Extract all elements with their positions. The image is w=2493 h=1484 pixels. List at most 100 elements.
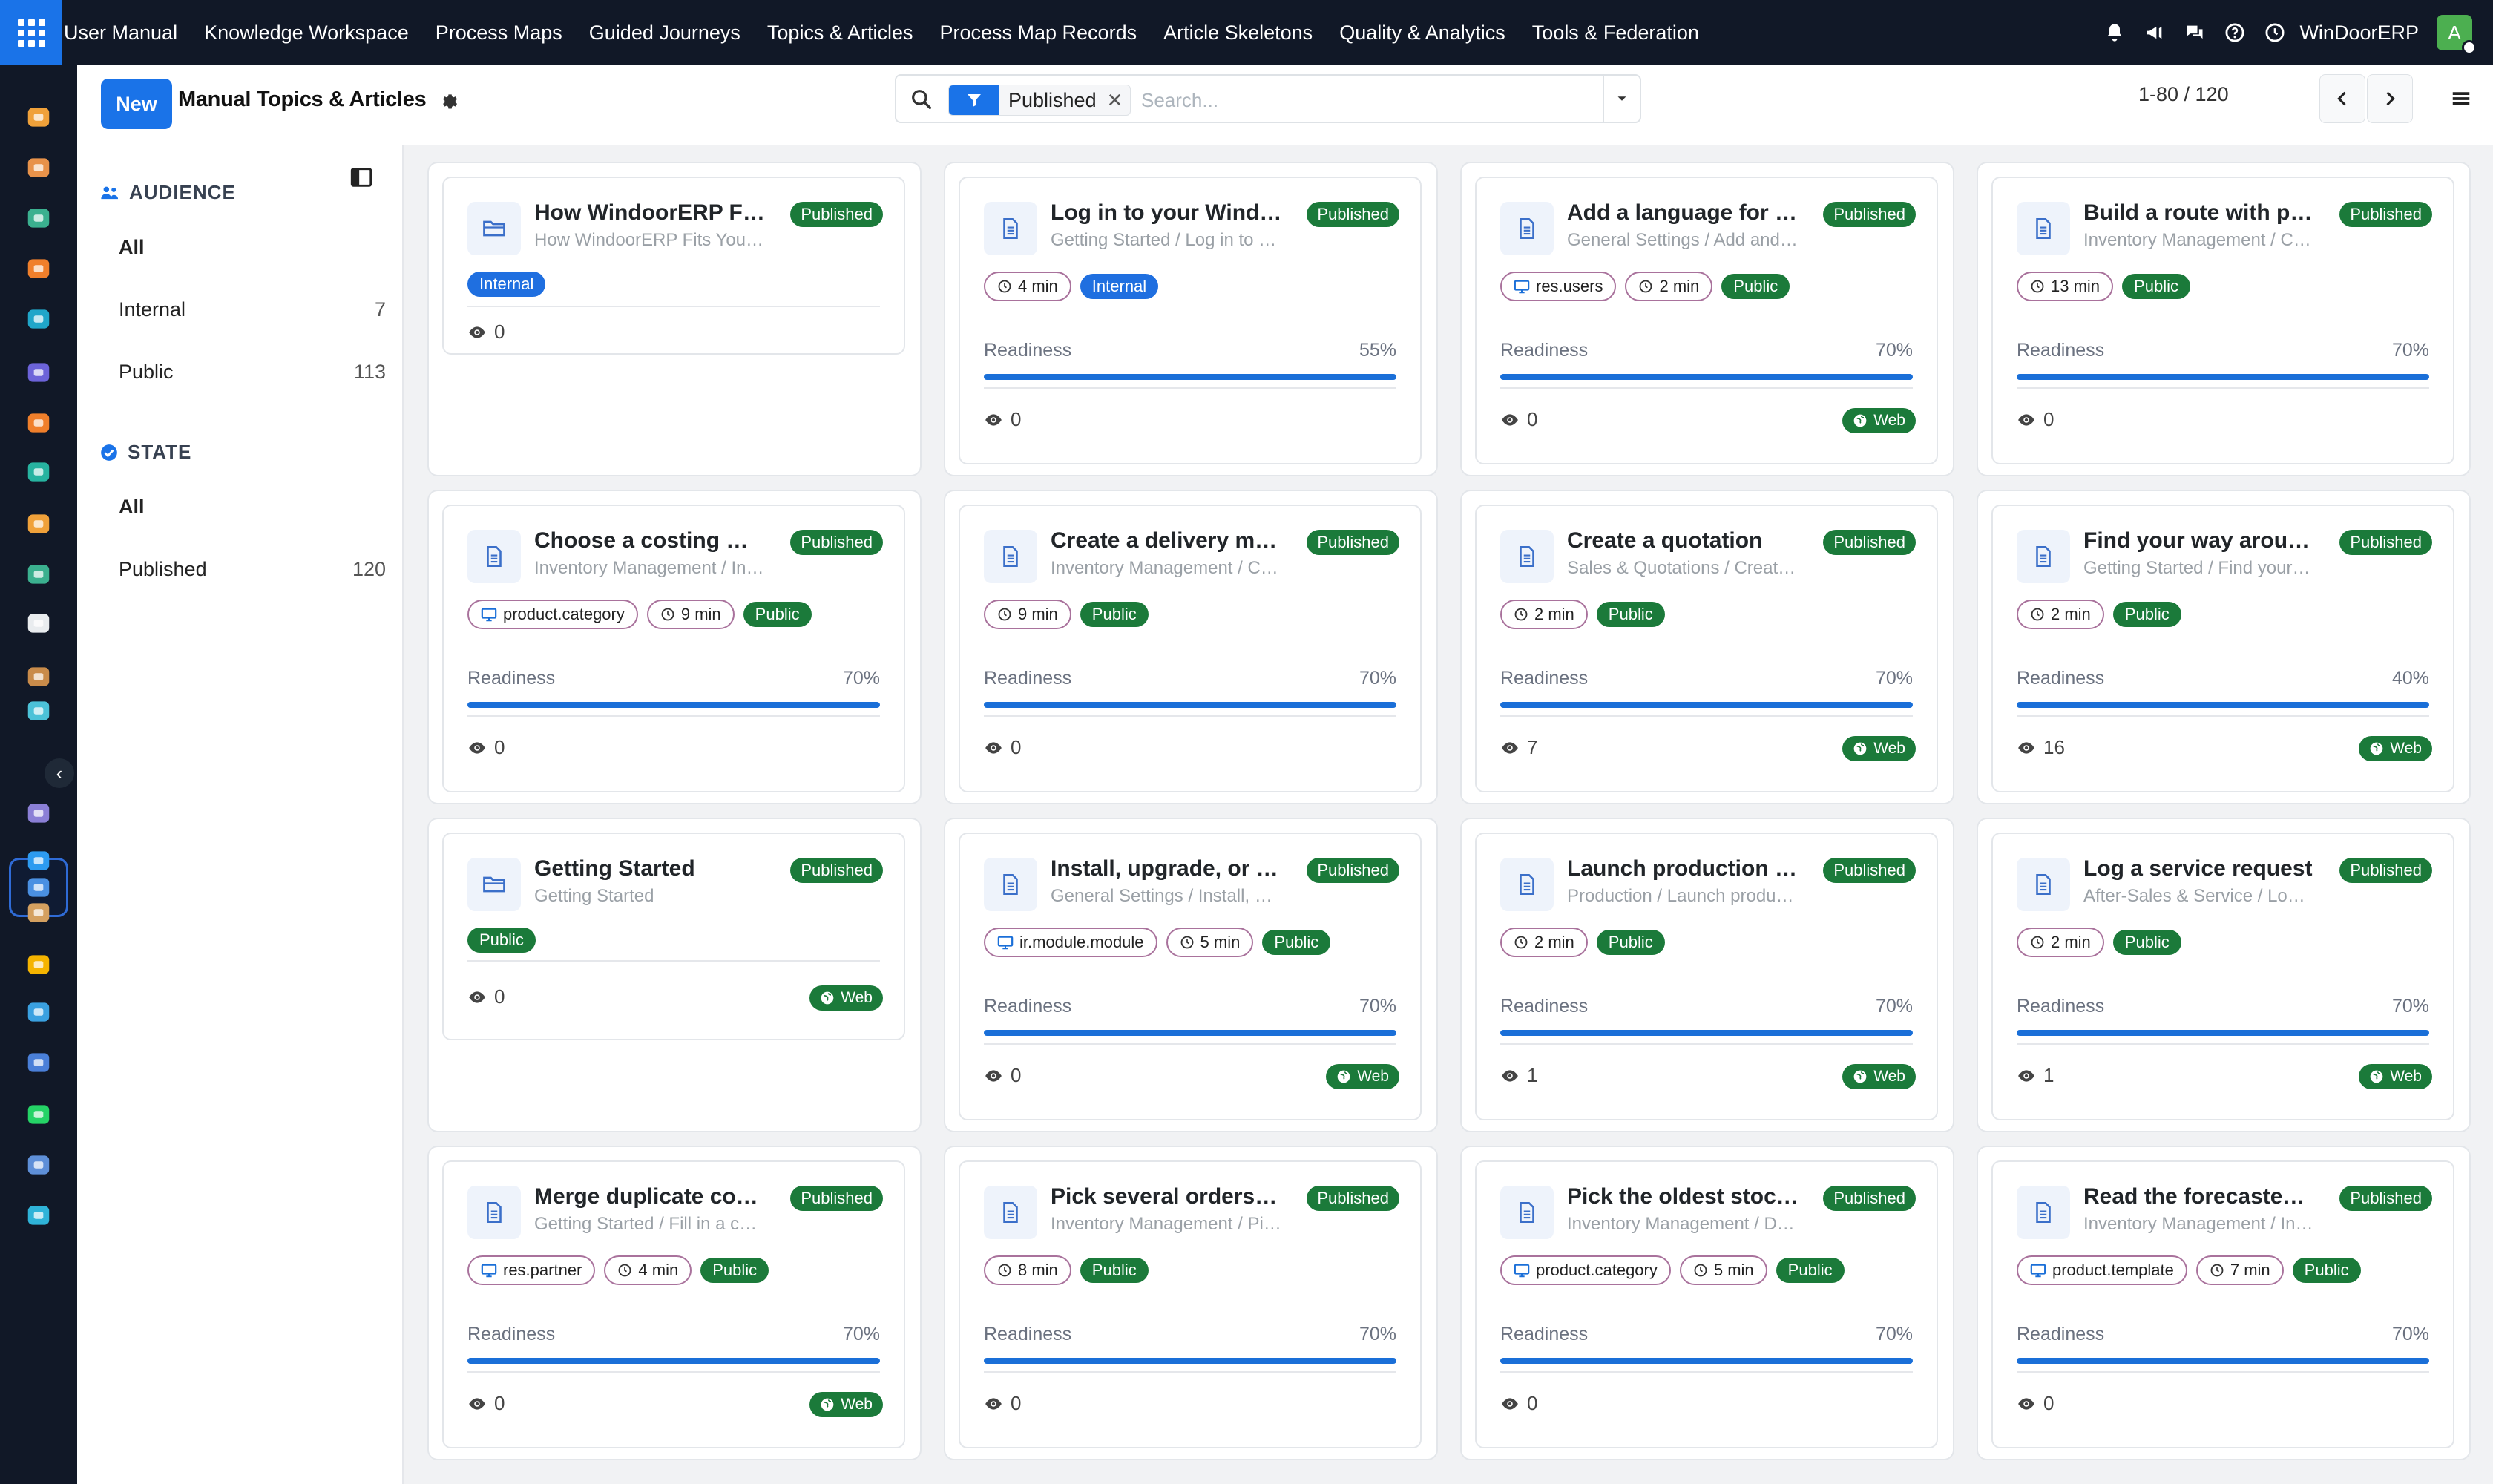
monitor-icon	[481, 1262, 497, 1278]
chat-icon	[2187, 25, 2203, 39]
audience-internal[interactable]: Internal 7	[119, 298, 386, 321]
app-menu-button[interactable]	[0, 0, 62, 65]
notifications-button[interactable]	[2095, 0, 2135, 65]
reading-time: 4 min	[1018, 277, 1058, 295]
card-subtitle: General Settings / Install, u…	[1051, 886, 1282, 906]
article-card[interactable]: Getting Started Getting Started Published P…	[442, 833, 905, 1040]
audience-public[interactable]: Public 113	[119, 361, 386, 384]
readiness-label: Readiness	[984, 668, 1072, 689]
card-title: How WindoorERP Fi…	[534, 200, 766, 225]
article-card[interactable]: Create a quotation Sales & Quotations / C…	[1475, 505, 1938, 792]
dashboard2-app-icon[interactable]	[18, 1042, 59, 1083]
reporting-app-icon[interactable]	[18, 503, 59, 545]
calendar-app-icon[interactable]	[18, 944, 59, 985]
views-count: 0	[984, 408, 1021, 431]
activity-button[interactable]	[2255, 0, 2295, 65]
menu-knowledge-workspace[interactable]: Knowledge Workspace	[191, 22, 422, 45]
article-card[interactable]: Log a service request After-Sales & Servi…	[1991, 833, 2454, 1120]
user-avatar[interactable]: A	[2437, 15, 2477, 55]
model-tag: ir.module.module	[984, 928, 1157, 957]
livechat-app-icon[interactable]	[18, 402, 59, 444]
clock-icon	[997, 607, 1012, 622]
reading-time: 9 min	[1018, 605, 1058, 623]
sign-app-icon[interactable]	[18, 991, 59, 1033]
audience-internal-label: Internal	[119, 298, 186, 321]
inventory-app-icon[interactable]	[18, 603, 59, 644]
readiness-label: Readiness	[1500, 668, 1589, 689]
list-view-button[interactable]	[2438, 74, 2484, 123]
gear-icon[interactable]	[438, 91, 460, 113]
company-name[interactable]: WinDoorERP	[2299, 22, 2419, 45]
web-app-icon[interactable]	[18, 298, 59, 340]
readiness-label: Readiness	[2017, 1324, 2105, 1345]
menu-user-manual[interactable]: User Manual	[62, 22, 191, 45]
article-card[interactable]: Pick the oldest stoc… Inventory Managemen…	[1475, 1160, 1938, 1448]
new-button[interactable]: New	[101, 79, 172, 129]
readiness-label: Readiness	[1500, 996, 1589, 1017]
article-card[interactable]: Add a language for … General Settings / A…	[1475, 177, 1938, 464]
article-card[interactable]: Launch production f… Production / Launch …	[1475, 833, 1938, 1120]
discuss-app-icon[interactable]	[18, 248, 59, 289]
state-all[interactable]: All	[119, 496, 386, 519]
help-button[interactable]	[2215, 0, 2255, 65]
article-card[interactable]: Choose a costing m… Inventory Management …	[442, 505, 905, 792]
search-input[interactable]	[1141, 86, 1586, 114]
clock-app-icon[interactable]	[18, 1144, 59, 1186]
article-card[interactable]: Find your way arou… Getting Started / Fin…	[1991, 505, 2454, 792]
readiness-value: 70%	[1359, 996, 1396, 1017]
filter-facet[interactable]: Published ✕	[948, 85, 1131, 116]
search-icon[interactable]	[910, 88, 933, 111]
chevron-left-icon: ‹	[56, 761, 63, 784]
menu-guided-journeys[interactable]: Guided Journeys	[576, 22, 754, 45]
product-app-icon[interactable]	[18, 792, 59, 834]
article-card[interactable]: Install, upgrade, or r… General Settings …	[959, 833, 1422, 1120]
dock-collapse-button[interactable]: ‹	[45, 758, 74, 788]
article-card[interactable]: Merge duplicate co… Getting Started / Fil…	[442, 1160, 905, 1448]
menu-process-maps[interactable]: Process Maps	[422, 22, 576, 45]
article-card[interactable]: Read the forecaste… Inventory Management …	[1991, 1160, 2454, 1448]
photo-app-icon[interactable]	[18, 147, 59, 188]
dashboard-app-icon[interactable]	[18, 96, 59, 138]
chevron-left-icon	[2337, 91, 2346, 106]
eye-icon	[467, 1394, 487, 1414]
web-badge: Web	[809, 1392, 883, 1417]
search-options-toggle[interactable]	[1603, 76, 1640, 122]
article-card[interactable]: Build a route with pu… Inventory Manageme…	[1991, 177, 2454, 464]
menu-article-skeletons[interactable]: Article Skeletons	[1150, 22, 1326, 45]
article-card[interactable]: Create a delivery m… Inventory Management…	[959, 505, 1422, 792]
document-icon	[2017, 202, 2070, 255]
reading-time-tag: 2 min	[1500, 928, 1588, 957]
divider	[2017, 1043, 2429, 1045]
facet-remove-icon[interactable]: ✕	[1107, 89, 1131, 112]
audience-badge: Public	[2122, 274, 2190, 299]
pager-next-button[interactable]	[2367, 74, 2413, 123]
article-card[interactable]: How WindoorERP Fi… How WindoorERP Fits Yo…	[442, 177, 905, 355]
announcements-button[interactable]	[2135, 0, 2175, 65]
state-published[interactable]: Published 120	[119, 558, 386, 581]
messages-button[interactable]	[2175, 0, 2215, 65]
audience-all[interactable]: All	[119, 236, 386, 259]
article-card[interactable]: Pick several orders … Inventory Managemen…	[959, 1160, 1422, 1448]
project-app-icon[interactable]	[18, 690, 59, 732]
kanban-cell: Find your way arou… Getting Started / Fin…	[1977, 490, 2471, 804]
document-icon	[1500, 858, 1554, 911]
clock-icon	[2265, 23, 2285, 42]
whatsapp-app-icon[interactable]	[18, 1094, 59, 1135]
pager-value[interactable]: 1-80 / 120	[2138, 83, 2229, 106]
website-app-icon[interactable]	[18, 1195, 59, 1236]
employees-app-icon[interactable]	[18, 554, 59, 595]
menu-topics-articles[interactable]: Topics & Articles	[754, 22, 927, 45]
pager-previous-button[interactable]	[2319, 74, 2365, 123]
invoicing-app-icon[interactable]	[18, 840, 59, 881]
contacts-app-icon[interactable]	[18, 197, 59, 239]
sidebar-toggle-icon[interactable]	[349, 165, 374, 190]
menu-process-map-records[interactable]: Process Map Records	[926, 22, 1150, 45]
menu-tools-federation[interactable]: Tools & Federation	[1519, 22, 1712, 45]
status-badge: Published	[1823, 858, 1916, 883]
menu-quality-analytics[interactable]: Quality & Analytics	[1326, 22, 1519, 45]
divider	[467, 1371, 880, 1373]
team-app-icon[interactable]	[18, 892, 59, 933]
forms-app-icon[interactable]	[18, 451, 59, 493]
article-card[interactable]: Log in to your Wind… Getting Started / Lo…	[959, 177, 1422, 464]
mail-app-icon[interactable]	[18, 352, 59, 393]
